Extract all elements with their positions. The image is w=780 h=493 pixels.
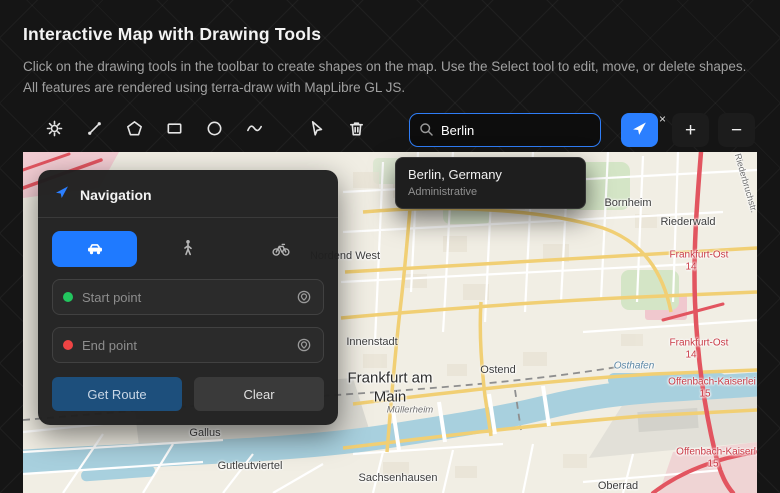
end-point-field[interactable] [52,327,324,363]
tab-mode-bike[interactable] [239,231,324,267]
paper-plane-icon [631,120,648,140]
locate-pin-icon[interactable] [295,336,313,354]
polygon-tool-button[interactable] [119,115,149,145]
car-icon [85,238,105,261]
bicycle-icon [271,238,291,261]
zoom-controls: + − [672,113,755,147]
app-window: Interactive Map with Drawing Tools Click… [0,0,780,493]
search-icon [418,121,435,138]
zoom-in-button[interactable]: + [672,113,709,147]
suggestion-subtitle: Administrative [408,186,573,198]
cursor-icon [307,119,326,141]
search-box [409,113,601,147]
circle-tool-button[interactable] [199,115,229,145]
start-point-input[interactable] [82,290,286,305]
page-subtitle: Click on the drawing tools in the toolba… [23,57,749,99]
navigation-panel: Navigation [38,170,338,425]
start-point-field[interactable] [52,279,324,315]
locate-pin-icon[interactable] [295,288,313,306]
start-point-dot [63,292,73,302]
select-tool-button[interactable] [301,115,331,145]
navigation-panel-header: Navigation [38,170,338,218]
circle-icon [205,119,224,141]
rectangle-tool-button[interactable] [159,115,189,145]
gear-icon [45,119,64,141]
clear-route-button[interactable]: Clear [194,377,324,411]
page-title: Interactive Map with Drawing Tools [23,24,321,45]
tab-mode-car[interactable] [52,231,137,267]
pentagon-icon [125,119,144,141]
paper-plane-icon [54,184,70,205]
clear-search-icon[interactable]: × [659,113,666,125]
settings-tool-button[interactable] [39,115,69,145]
freehand-wave-icon [245,119,264,141]
travel-mode-tabs [38,218,338,279]
line-icon [85,119,104,141]
rectangle-icon [165,119,184,141]
navigation-panel-title: Navigation [80,187,152,203]
line-tool-button[interactable] [79,115,109,145]
navigation-toggle-button[interactable] [621,113,658,147]
end-point-dot [63,340,73,350]
map-container[interactable]: BornheimRiederwaldNordend WestFrankfurt-… [23,152,757,493]
drawing-toolbar: × + − [23,110,757,150]
search-input[interactable] [409,113,601,147]
zoom-out-button[interactable]: − [718,113,755,147]
suggestion-title: Berlin, Germany [408,167,573,182]
delete-tool-button[interactable] [341,115,371,145]
trash-icon [347,119,366,141]
end-point-input[interactable] [82,338,286,353]
walking-person-icon [178,238,198,261]
search-suggestion-item[interactable]: Berlin, Germany Administrative [395,157,586,209]
tab-mode-walk[interactable] [145,231,230,267]
freehand-tool-button[interactable] [239,115,269,145]
panel-actions: Get Route Clear [38,375,338,425]
get-route-button[interactable]: Get Route [52,377,182,411]
